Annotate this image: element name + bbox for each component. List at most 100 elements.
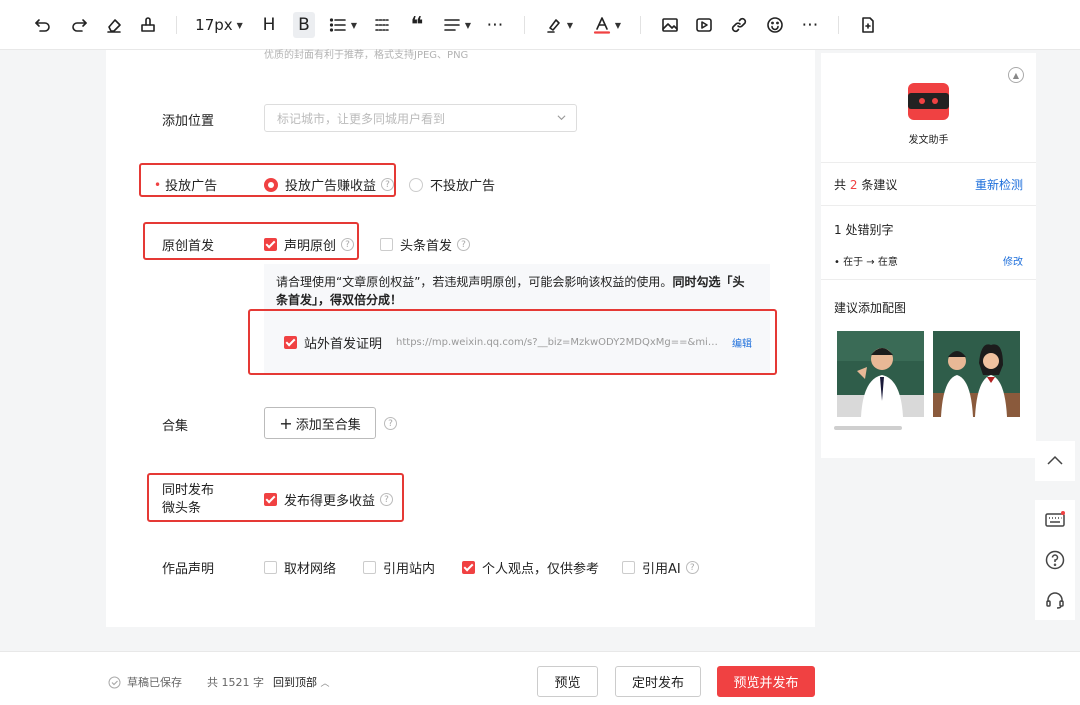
typo-fix-link[interactable]: 修改 <box>1003 253 1023 268</box>
divider-line-icon[interactable] <box>372 12 392 38</box>
question-icon <box>1045 550 1065 570</box>
undo-icon[interactable] <box>32 12 54 38</box>
video-icon[interactable] <box>693 12 715 38</box>
arrow-right-icon: → <box>866 257 875 268</box>
chevron-down-icon <box>557 115 566 121</box>
typo-suggestion: • 在于 → 在意 <box>834 253 898 268</box>
ads-off-radio[interactable]: 不投放广告 <box>409 175 495 194</box>
back-to-top-label: 回到顶部 <box>273 676 317 689</box>
help-icon[interactable]: ? <box>457 238 471 251</box>
chevron-down-icon: ▼ <box>350 20 358 30</box>
collection-label: 合集 <box>162 419 189 434</box>
cover-hint: 优质的封面有利于推荐，格式支持JPEG、PNG <box>264 50 469 61</box>
quote-glyph: ❝ <box>410 12 424 38</box>
eraser-icon[interactable] <box>103 12 125 38</box>
preview-and-publish-button[interactable]: 预览并发布 <box>717 666 815 697</box>
assistant-logo <box>908 83 949 120</box>
bullet: • <box>834 257 840 268</box>
plus-icon: + <box>279 413 293 433</box>
typo-title: 1 处错别字 <box>834 223 894 237</box>
suggested-image-1[interactable] <box>837 331 924 417</box>
statement-label: 作品声明 <box>162 562 215 577</box>
logo-eye <box>919 98 925 104</box>
suggestion-count-prefix: 共 <box>834 178 847 192</box>
checkbox-unchecked <box>380 238 393 251</box>
typo-from: 在于 <box>843 257 864 268</box>
heading-button[interactable]: H <box>259 12 279 38</box>
add-to-collection-label: 添加至合集 <box>295 417 361 433</box>
image-suggestion-title: 建议添加配图 <box>834 301 907 315</box>
checkbox-unchecked <box>622 561 635 574</box>
notice-text: 请合理使用“文章原创权益”，若违规声明原创，可能会影响该权益的使用。 <box>276 275 673 289</box>
bold-label: B <box>298 15 310 35</box>
toolbar-divider <box>524 16 525 34</box>
suggestion-count-number: 2 <box>849 178 858 192</box>
editor-toolbar: 17px ▼ H B ▼ ❝ ▼ ⋯ ▼ ▼ ⋯ <box>0 0 1080 50</box>
recheck-link[interactable]: 重新检测 <box>975 176 1023 193</box>
font-color-button[interactable]: ▼ <box>592 12 622 38</box>
keyboard-button[interactable] <box>1035 500 1075 540</box>
check-circle-icon <box>108 676 121 688</box>
more-format-icon[interactable]: ⋯ <box>484 12 506 38</box>
back-to-top-link[interactable]: 回到顶部 ︿ <box>273 674 330 690</box>
highlight-box-weitoutiao <box>147 473 404 522</box>
first-publish-checkbox[interactable]: 头条首发 ? <box>380 235 471 254</box>
align-button[interactable]: ▼ <box>442 12 472 38</box>
quote-icon[interactable]: ❝ <box>406 12 428 38</box>
emoji-icon[interactable] <box>764 12 786 38</box>
image-icon[interactable] <box>659 12 681 38</box>
statement-option-opinion[interactable]: 个人观点，仅供参考 <box>462 558 599 577</box>
scroll-up-button[interactable] <box>1035 441 1075 481</box>
checkbox-checked <box>462 561 475 574</box>
image-carousel-scrollbar[interactable] <box>834 426 902 430</box>
chevron-down-icon: ▼ <box>566 20 574 30</box>
statement-option-sourced[interactable]: 取材网络 <box>264 558 336 577</box>
chevron-down-icon: ▼ <box>614 20 622 30</box>
location-select[interactable]: 标记城市，让更多同城用户看到 <box>264 104 577 132</box>
statement-option-label: 引用站内 <box>383 562 436 577</box>
checkbox-unchecked <box>264 561 277 574</box>
divider <box>821 205 1036 206</box>
suggested-image-2[interactable] <box>933 331 1020 417</box>
list-button[interactable]: ▼ <box>328 12 358 38</box>
draft-saved-text: 草稿已保存 <box>127 676 182 689</box>
keyboard-icon <box>1045 511 1065 527</box>
preview-button[interactable]: 预览 <box>537 666 598 697</box>
font-size-select[interactable]: 17px ▼ <box>193 12 245 38</box>
highlight-box-original <box>143 222 359 260</box>
publish-settings-panel: 优质的封面有利于推荐，格式支持JPEG、PNG 添加位置 标记城市，让更多同城用… <box>106 50 815 627</box>
statement-option-label: 个人观点，仅供参考 <box>482 562 600 577</box>
help-icon[interactable]: ? <box>384 417 397 430</box>
statement-option-cited[interactable]: 引用站内 <box>363 558 435 577</box>
toolbar-divider <box>176 16 177 34</box>
chevron-down-icon: ▼ <box>236 20 243 30</box>
collapse-icon[interactable]: ▲ <box>1008 67 1024 83</box>
schedule-publish-button[interactable]: 定时发布 <box>615 666 701 697</box>
help-button[interactable] <box>1035 540 1075 580</box>
statement-option-ai[interactable]: 引用AI ? <box>622 558 699 577</box>
notice-bold-2: 条首发」，得双倍分成！ <box>276 293 403 307</box>
headset-icon <box>1046 592 1064 609</box>
customer-service-button[interactable] <box>1035 580 1075 620</box>
logo-eye <box>932 98 938 104</box>
heading-label: H <box>262 15 276 35</box>
assistant-name: 发文助手 <box>908 135 949 146</box>
location-label: 添加位置 <box>162 114 215 129</box>
toolbar-divider <box>838 16 839 34</box>
word-count: 共 1521 字 <box>207 676 264 689</box>
highlight-button[interactable]: ▼ <box>544 12 574 38</box>
help-icon[interactable]: ? <box>685 561 699 574</box>
chevron-up-icon: ︿ <box>320 679 330 689</box>
highlight-box-proof <box>248 309 777 375</box>
redo-icon[interactable] <box>68 12 90 38</box>
font-size-value: 17px <box>195 16 233 34</box>
bold-button[interactable]: B <box>293 12 315 38</box>
insert-doc-icon[interactable] <box>857 12 879 38</box>
format-painter-icon[interactable] <box>137 12 159 38</box>
add-to-collection-button[interactable]: + 添加至合集 <box>264 407 376 439</box>
divider <box>821 162 1036 163</box>
first-publish-label: 头条首发 <box>400 239 453 254</box>
writing-assistant-panel: ▲ 发文助手 共 2 条建议 重新检测 1 处错别字 • 在于 → 在意 修改 … <box>821 53 1036 458</box>
link-icon[interactable] <box>728 12 750 38</box>
more-insert-icon[interactable]: ⋯ <box>799 12 821 38</box>
